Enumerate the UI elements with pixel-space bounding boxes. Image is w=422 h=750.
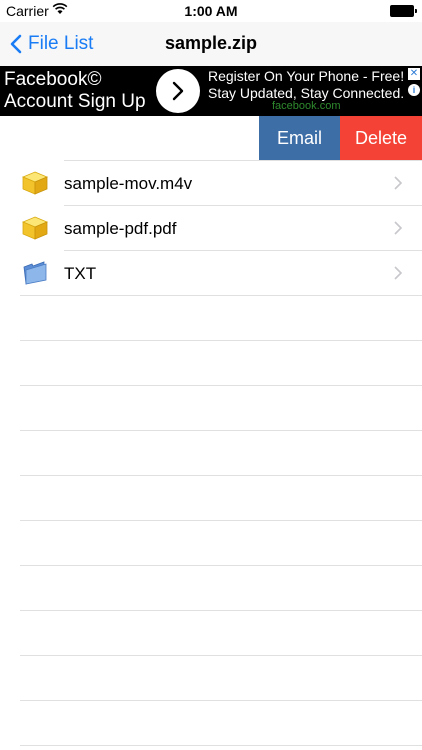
empty-row-separator [20,745,422,746]
list-item[interactable]: sample-mov.m4v [0,161,422,205]
battery-icon [390,5,417,17]
empty-row-separator [20,430,422,431]
file-name: sample-mov.m4v [64,174,193,193]
clock: 1:00 AM [184,3,238,19]
delete-button[interactable]: Delete [340,116,422,160]
list-item[interactable]: TXT [0,251,422,295]
ad-headline: Facebook© Account Sign Up [4,69,146,113]
chevron-right-icon [394,176,402,190]
row-separator [20,295,422,296]
ad-close-icon[interactable]: ✕ [408,68,420,80]
ad-banner[interactable]: Facebook© Account Sign Up Register On Yo… [0,66,422,116]
chevron-right-icon [394,266,402,280]
empty-row-separator [20,565,422,566]
empty-row-separator [20,700,422,701]
ad-body-line1: Register On Your Phone - Free! [208,68,405,84]
status-bar: Carrier 1:00 AM [0,0,422,22]
ad-info-icon[interactable]: i [408,84,420,96]
package-icon [22,216,48,240]
empty-row-separator [20,610,422,611]
package-icon [22,171,48,195]
empty-row-separator [20,520,422,521]
ad-body: Register On Your Phone - Free! Stay Upda… [208,68,404,102]
ad-domain: facebook.com [272,100,341,112]
chevron-right-icon [172,81,184,101]
page-title: sample.zip [164,33,258,53]
navigation-bar: File List sample.zip [0,22,422,66]
chevron-right-icon [394,221,402,235]
empty-row-separator [20,475,422,476]
swiped-row-actions: Email Delete [0,116,422,160]
ad-headline-line1: Facebook© [4,69,102,90]
empty-row-separator [20,655,422,656]
folder-name: TXT [64,264,97,283]
ad-arrow-button[interactable] [156,69,200,113]
list-item[interactable]: sample-pdf.pdf [0,206,422,250]
empty-row-separator [20,340,422,341]
email-button[interactable]: Email [259,116,340,160]
ad-headline-line2: Account Sign Up [4,91,146,112]
file-name: sample-pdf.pdf [64,219,177,238]
empty-row-separator [20,385,422,386]
folder-icon [23,261,47,285]
